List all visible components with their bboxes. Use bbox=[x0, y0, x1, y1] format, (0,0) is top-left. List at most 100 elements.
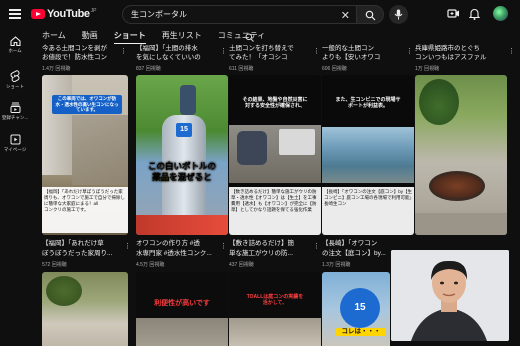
rail-item-subscriptions[interactable]: 登録チャン... bbox=[0, 102, 30, 121]
short-title-line[interactable]: 【福岡】「土間の排水 bbox=[136, 44, 218, 53]
short-title-line[interactable]: 単な施工がウリの防... bbox=[229, 249, 315, 258]
home-icon bbox=[9, 36, 21, 46]
logo-country: JP bbox=[90, 8, 97, 14]
short-thumbnail[interactable] bbox=[42, 272, 128, 346]
youtube-play-icon bbox=[31, 9, 45, 19]
short-thumbnail[interactable]: また、生コンビニでの現場サ ポートが利益表。 【長崎】「オワコンの注文【庭コン】… bbox=[322, 75, 414, 235]
caption-tail: を混ぜると bbox=[169, 171, 212, 182]
short-view-count: 611 回視聴 bbox=[229, 66, 254, 72]
voice-search-button[interactable] bbox=[389, 5, 408, 24]
mic-icon bbox=[394, 9, 403, 20]
more-options-icon[interactable]: ⋮ bbox=[406, 48, 413, 55]
more-options-icon[interactable]: ⋮ bbox=[313, 243, 320, 250]
short-view-count: 606 回視聴 bbox=[322, 66, 347, 72]
more-options-icon[interactable]: ⋮ bbox=[220, 48, 227, 55]
short-view-count: 1.3万 回視聴 bbox=[322, 262, 351, 268]
tab-playlists[interactable]: 再生リスト bbox=[162, 30, 202, 44]
clear-search-icon[interactable]: ✕ bbox=[341, 9, 350, 22]
caption-highlight: 薬品 bbox=[152, 171, 170, 182]
fire-pit-shape bbox=[429, 171, 485, 201]
rail-item-label: マイページ bbox=[3, 147, 27, 152]
thumb-caption: その結果、地盤や自然災害に 対する安全性が確保され、 bbox=[242, 97, 308, 110]
short-title-line[interactable]: 【長崎】「オワコン bbox=[322, 239, 390, 248]
short-thumbnail[interactable]: その結果、地盤や自然災害に 対する安全性が確保され、 【数き詰めるだけ】簡単な施… bbox=[229, 75, 321, 235]
youtube-logo[interactable]: YouTube JP bbox=[31, 8, 96, 20]
tab-community[interactable]: コミュニティ bbox=[218, 30, 266, 44]
photo-area bbox=[136, 318, 228, 346]
logo-text: YouTube bbox=[47, 8, 90, 20]
rail-item-shorts[interactable]: ショート bbox=[0, 70, 30, 90]
short-title-line[interactable]: お値段で！防水性コン bbox=[42, 53, 118, 62]
caption-main: この白いボトルの bbox=[147, 161, 216, 171]
short-title-line[interactable]: 今ある土間コンを剥が bbox=[42, 44, 118, 53]
notifications-bell-icon[interactable] bbox=[469, 8, 480, 20]
short-title-line[interactable]: を気にしなくていいの bbox=[136, 53, 218, 62]
tab-shorts[interactable]: ショート bbox=[113, 30, 146, 44]
worker-shape bbox=[180, 85, 196, 115]
truck-bumper bbox=[136, 215, 228, 235]
create-video-icon[interactable] bbox=[447, 8, 460, 19]
short-title-line[interactable]: よりも【安いオワコ bbox=[322, 53, 404, 62]
more-options-icon[interactable]: ⋮ bbox=[220, 243, 227, 250]
thumb-subtitle: 【数き詰めるだけ】簡単な施工がウリの防草・透水性【オワコン】は【生土】を工事費用… bbox=[229, 187, 321, 235]
worker-shape bbox=[237, 131, 267, 165]
account-avatar[interactable] bbox=[493, 6, 508, 21]
short-view-count: 572 回視聴 bbox=[42, 262, 67, 268]
short-title-line[interactable]: オワコンの作り方 #透 bbox=[136, 239, 222, 248]
presenter-image bbox=[391, 250, 509, 341]
short-view-count: 437 回視聴 bbox=[229, 262, 254, 268]
short-view-count: 1万 回視聴 bbox=[415, 66, 440, 72]
short-thumbnail[interactable] bbox=[415, 75, 507, 235]
short-title-line[interactable]: コンいつもはアスファル bbox=[415, 53, 507, 62]
menu-icon[interactable] bbox=[9, 9, 21, 19]
search-input[interactable] bbox=[131, 10, 331, 19]
short-title-line[interactable]: 水専門家 #透水性コンク... bbox=[136, 249, 222, 258]
more-options-icon[interactable]: ⋮ bbox=[313, 48, 320, 55]
short-thumbnail[interactable]: TOALLは庭コンの実績を 活かして、 bbox=[229, 272, 321, 346]
thumb-subtitle: 【福岡】「あれだけ草ぼうぼうだった家周りも、オワコンで施工で自分で掃除しに簡単な… bbox=[42, 187, 128, 233]
wall-shape bbox=[42, 75, 72, 175]
tab-videos[interactable]: 動画 bbox=[82, 30, 98, 44]
short-view-count: 1.4万 回視聴 bbox=[42, 66, 71, 72]
top-header: YouTube JP ✕ bbox=[0, 0, 520, 30]
thumb-caption: 利便性が高いです bbox=[154, 300, 210, 307]
tab-home[interactable]: ホーム bbox=[42, 30, 66, 44]
channel-search-icon[interactable] bbox=[245, 33, 254, 42]
short-title-line[interactable]: てみた！「オコシコ bbox=[229, 53, 311, 62]
photo-area bbox=[229, 318, 321, 346]
thumb-caption: TOALLは庭コンの実績を 活かして、 bbox=[246, 294, 304, 307]
short-view-count: 837 回視聴 bbox=[136, 66, 161, 72]
search-button[interactable] bbox=[356, 5, 384, 24]
short-thumbnail[interactable]: 15 この白いボトルの 薬品を混ぜると bbox=[136, 75, 228, 235]
truck-number: 15 bbox=[340, 288, 380, 328]
thumb-subtitle: 【長崎】「オワコンの注文【庭コン】by【生コンビニ】庭コン工場の各現場で利用可能… bbox=[322, 187, 414, 235]
short-title-line[interactable]: 【福岡】「あれだけ草 bbox=[42, 239, 124, 248]
tree-shape bbox=[419, 79, 459, 125]
short-title-line[interactable]: の注文【庭コン】by... bbox=[322, 249, 390, 258]
more-options-icon[interactable]: ⋮ bbox=[508, 48, 515, 55]
short-view-count: 4.5万 回視聴 bbox=[136, 262, 165, 268]
ground-shape bbox=[415, 213, 507, 235]
search-box[interactable]: ✕ bbox=[122, 5, 357, 24]
short-thumbnail[interactable]: この車両では、オワコンが防 水・透水性の高い生コンになっ ています。 【福岡】「… bbox=[42, 75, 128, 235]
shorts-icon bbox=[10, 70, 20, 82]
search-icon bbox=[365, 10, 376, 21]
short-title-line[interactable]: 土間コンを打ち替えで bbox=[229, 44, 311, 53]
short-title-line[interactable]: 兵庫県姫路市のとぐち bbox=[415, 44, 507, 53]
photo-area bbox=[229, 125, 321, 183]
more-options-icon[interactable]: ⋮ bbox=[124, 243, 131, 250]
rail-item-label: 登録チャン... bbox=[1, 115, 29, 120]
thumb-caption: コレは・・・ bbox=[336, 328, 386, 337]
ac-unit-shape bbox=[279, 129, 315, 155]
photo-area bbox=[322, 127, 414, 183]
subscriptions-icon bbox=[10, 102, 20, 113]
short-title-line[interactable]: 【敷き詰めるだけ】簡 bbox=[229, 239, 315, 248]
thumb-caption: また、生コンビニでの現場サ ポートが利益表。 bbox=[335, 97, 401, 110]
short-title-line[interactable]: ぼうぼうだった家周り... bbox=[42, 249, 124, 258]
rail-item-home[interactable]: ホーム bbox=[0, 36, 30, 54]
short-thumbnail[interactable]: 利便性が高いです bbox=[136, 272, 228, 346]
short-title-line[interactable]: 一般的な土間コン bbox=[322, 44, 404, 53]
short-thumbnail[interactable]: 15 コレは・・・ bbox=[322, 272, 390, 346]
rail-item-you[interactable]: マイページ bbox=[0, 134, 30, 153]
more-options-icon[interactable]: ⋮ bbox=[120, 48, 127, 55]
